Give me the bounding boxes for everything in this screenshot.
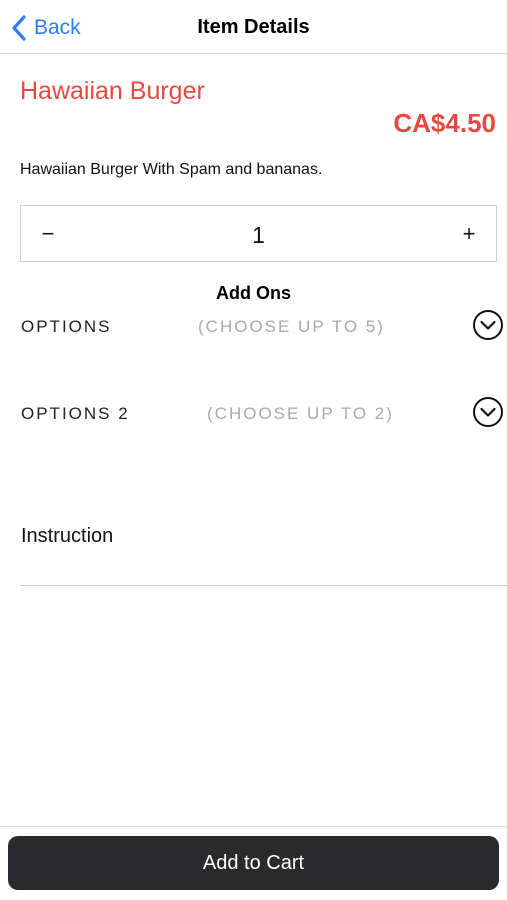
options-group-2[interactable]: OPTIONS 2 (CHOOSE UP TO 2) [20,394,507,434]
instruction-field: Instruction [20,520,507,586]
chevron-down-circle-icon[interactable] [472,396,504,428]
instruction-input[interactable] [20,554,507,584]
quantity-value: 1 [252,222,265,248]
item-details-screen: Back Item Details Hawaiian Burger CA$4.5… [0,0,507,900]
add-ons-heading: Add Ons [216,283,291,303]
option-group-label: OPTIONS [21,317,112,336]
option-group-label: OPTIONS 2 [21,404,130,423]
item-description: Hawaiian Burger With Spam and bananas. [20,161,323,178]
instruction-label: Instruction [21,525,114,547]
quantity-stepper: − 1 + [20,205,497,262]
chevron-down-circle-icon[interactable] [472,309,504,341]
page-title: Item Details [197,16,310,38]
add-to-cart-button[interactable]: Add to Cart [8,836,499,890]
item-price: CA$4.50 [393,108,496,138]
navigation-bar: Back Item Details [0,0,507,54]
option-group-hint: (CHOOSE UP TO 5) [198,317,385,336]
footer-divider [0,826,507,827]
increase-quantity-button[interactable]: + [444,206,494,261]
option-group-hint: (CHOOSE UP TO 2) [207,404,394,423]
item-name: Hawaiian Burger [20,77,205,105]
options-group-1[interactable]: OPTIONS (CHOOSE UP TO 5) [20,307,507,347]
